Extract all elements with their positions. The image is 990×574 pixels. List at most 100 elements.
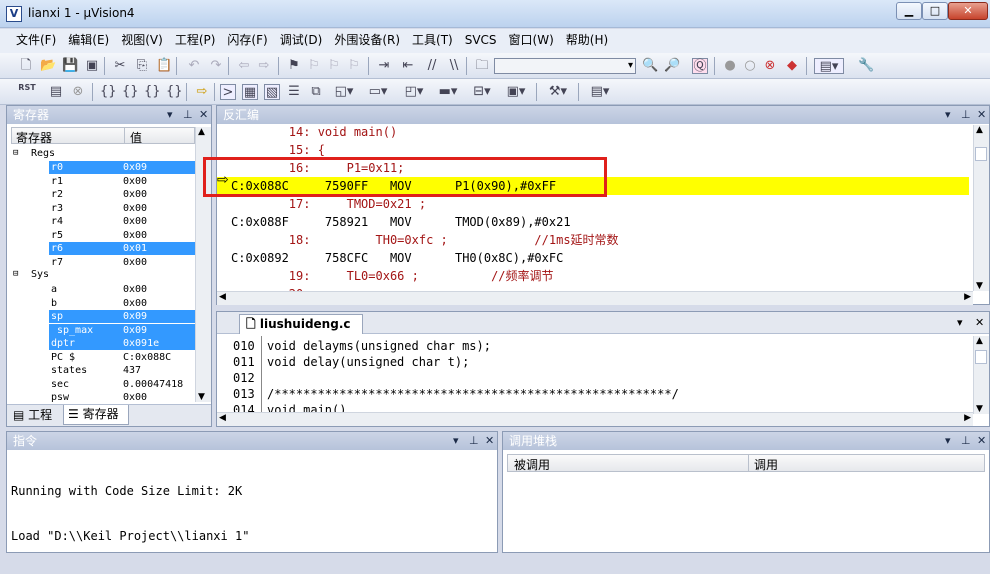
watch-window-icon[interactable]: ◱▾ [330,84,358,100]
save-all-icon[interactable]: ▣ [84,58,100,74]
tab-close-icon[interactable]: ✕ [975,316,984,329]
pane-pin-icon[interactable]: ⊥ [469,432,479,450]
register-row[interactable]: sec 0.00047418 [49,378,195,391]
menu-flash[interactable]: 闪存(F) [221,29,273,51]
register-row[interactable]: r7 0x00 [49,256,195,269]
register-row[interactable]: r1 0x00 [49,175,195,188]
source-line[interactable]: 19: TL0=0x66 ; //频率调节 [217,267,969,285]
uncomment-icon[interactable]: \\ [446,58,462,74]
memory-window-icon[interactable]: ▭▾ [364,84,392,100]
disable-breakpoints-icon[interactable]: ⊗ [762,58,778,74]
reset-icon[interactable]: RST [18,84,36,100]
register-row[interactable]: b 0x00 [49,297,195,310]
unindent-icon[interactable]: ⇤ [400,58,416,74]
register-row[interactable]: r0 0x09 [49,161,195,174]
pane-pin-icon[interactable]: ⊥ [961,432,971,450]
col-caller[interactable]: 调用 [754,456,778,473]
disassembly-vscroll[interactable]: ▲ ▼ [973,125,989,291]
run-icon[interactable]: ▤ [48,84,64,100]
col-register-name[interactable]: 寄存器 [16,129,52,146]
symbols-window-icon[interactable]: ▧ [264,84,280,100]
prev-bookmark-icon[interactable]: ⚐ [306,58,322,74]
pane-close-icon[interactable]: ✕ [199,106,208,124]
menu-project[interactable]: 工程(P) [169,29,222,51]
menu-view[interactable]: 视图(V) [115,29,169,51]
tab-list-icon[interactable]: ▾ [957,316,963,329]
tab-project[interactable]: ▤ 工程 [9,406,61,424]
disassembly-window-icon[interactable]: ▦ [242,84,258,100]
asm-line[interactable]: C:0x088F 758921 MOV TMOD(0x89),#0x21 [217,213,969,231]
tab-registers[interactable]: ☰ 寄存器 [63,405,129,425]
debug-layout-icon[interactable]: ▤▾ [586,84,614,100]
menu-peripherals[interactable]: 外围设备(R) [328,29,406,51]
menu-tools[interactable]: 工具(T) [406,29,459,51]
menu-help[interactable]: 帮助(H) [560,29,614,51]
window-layout-icon[interactable]: ▤▾ [814,58,844,74]
command-window-icon[interactable]: > [220,84,236,100]
pane-pin-icon[interactable]: ⊥ [183,106,193,124]
col-register-value[interactable]: 值 [130,129,142,146]
debug-session-icon[interactable]: Ⓠ [692,58,708,74]
minimize-button[interactable]: ▁ [896,2,922,20]
save-icon[interactable]: 💾 [62,58,78,74]
editor-hscroll[interactable]: ◀ ▶ [217,412,973,426]
code-line[interactable]: void delay(unsigned char t); [267,354,469,370]
disassembly-listing[interactable]: 14: void main() 15: { 16: P1=0x11; C:0x08… [217,125,973,291]
kill-breakpoints-icon[interactable]: ◆ [784,58,800,74]
source-line[interactable]: 18: TH0=0xfc ; //1ms延时常数 [217,231,969,249]
incremental-find-icon[interactable]: 🔍 [642,58,658,74]
show-next-statement-icon[interactable]: ⇨ [194,84,210,100]
register-row[interactable]: sp_max 0x09 [49,323,195,337]
source-line[interactable]: 17: TMOD=0x21 ; [217,195,969,213]
cut-icon[interactable]: ✂ [112,58,128,74]
toolbox-icon[interactable]: ⚒▾ [544,84,572,100]
register-row[interactable]: PC $ C:0x088C [49,351,195,364]
maximize-button[interactable]: □ [922,2,948,20]
col-callee[interactable]: 被调用 [514,456,550,473]
pane-close-icon[interactable]: ✕ [977,432,986,450]
editor-vscroll[interactable]: ▲ ▼ [973,336,989,414]
menu-debug[interactable]: 调试(D) [274,29,329,51]
code-line[interactable]: void main() [267,402,346,412]
paste-icon[interactable]: 📋 [156,58,172,74]
code-line[interactable]: void delayms(unsigned char ms); [267,338,491,354]
register-row[interactable]: dptr 0x091e [49,337,195,350]
tab-liushuideng[interactable]: 🗋 liushuideng.c [239,314,363,334]
step-out-icon[interactable]: {} [144,84,161,100]
nav-forward-icon[interactable]: ⇨ [256,58,272,74]
register-row[interactable]: psw 0x00 [49,391,195,402]
pane-dropdown-icon[interactable]: ▾ [453,432,459,450]
group-sys[interactable]: Sys [31,269,49,280]
pane-dropdown-icon[interactable]: ▾ [167,106,173,124]
stop-icon[interactable]: ⊗ [70,84,86,100]
collapse-sys-icon[interactable]: ⊟ [13,269,18,279]
call-stack-window-icon[interactable]: ⧉ [308,84,324,100]
system-viewer-icon[interactable]: ▣▾ [502,84,530,100]
collapse-regs-icon[interactable]: ⊟ [13,148,18,158]
register-row[interactable]: states 437 [49,364,195,377]
serial-window-icon[interactable]: ◰▾ [400,84,428,100]
register-row[interactable]: a 0x00 [49,283,195,296]
editor-text-area[interactable]: 010 void delayms(unsigned char ms); 011 voi… [217,336,973,412]
source-line[interactable]: 14: void main() [217,125,969,141]
register-row[interactable]: r3 0x00 [49,202,195,215]
new-file-icon[interactable]: 🗋 [18,58,34,74]
close-button[interactable]: ✕ [948,2,988,20]
breakpoint-icon[interactable]: ● [722,58,738,74]
bookmark-icon[interactable]: ⚑ [286,58,302,74]
menu-window[interactable]: 窗口(W) [503,29,560,51]
pane-dropdown-icon[interactable]: ▾ [945,432,951,450]
find-icon[interactable]: 🔎 [664,58,680,74]
indent-icon[interactable]: ⇥ [376,58,392,74]
pane-close-icon[interactable]: ✕ [977,106,986,124]
undo-icon[interactable]: ↶ [186,58,202,74]
enable-breakpoint-icon[interactable]: ○ [742,58,758,74]
disassembly-hscroll[interactable]: ◀ ▶ [217,291,973,305]
pane-pin-icon[interactable]: ⊥ [961,106,971,124]
clear-bookmarks-icon[interactable]: ⚐ [346,58,362,74]
trace-window-icon[interactable]: ⊟▾ [468,84,496,100]
find-combo[interactable]: ▾ [494,58,636,74]
redo-icon[interactable]: ↷ [208,58,224,74]
registers-window-icon[interactable]: ☰ [286,84,302,100]
code-line[interactable]: /***************************************… [267,386,679,402]
